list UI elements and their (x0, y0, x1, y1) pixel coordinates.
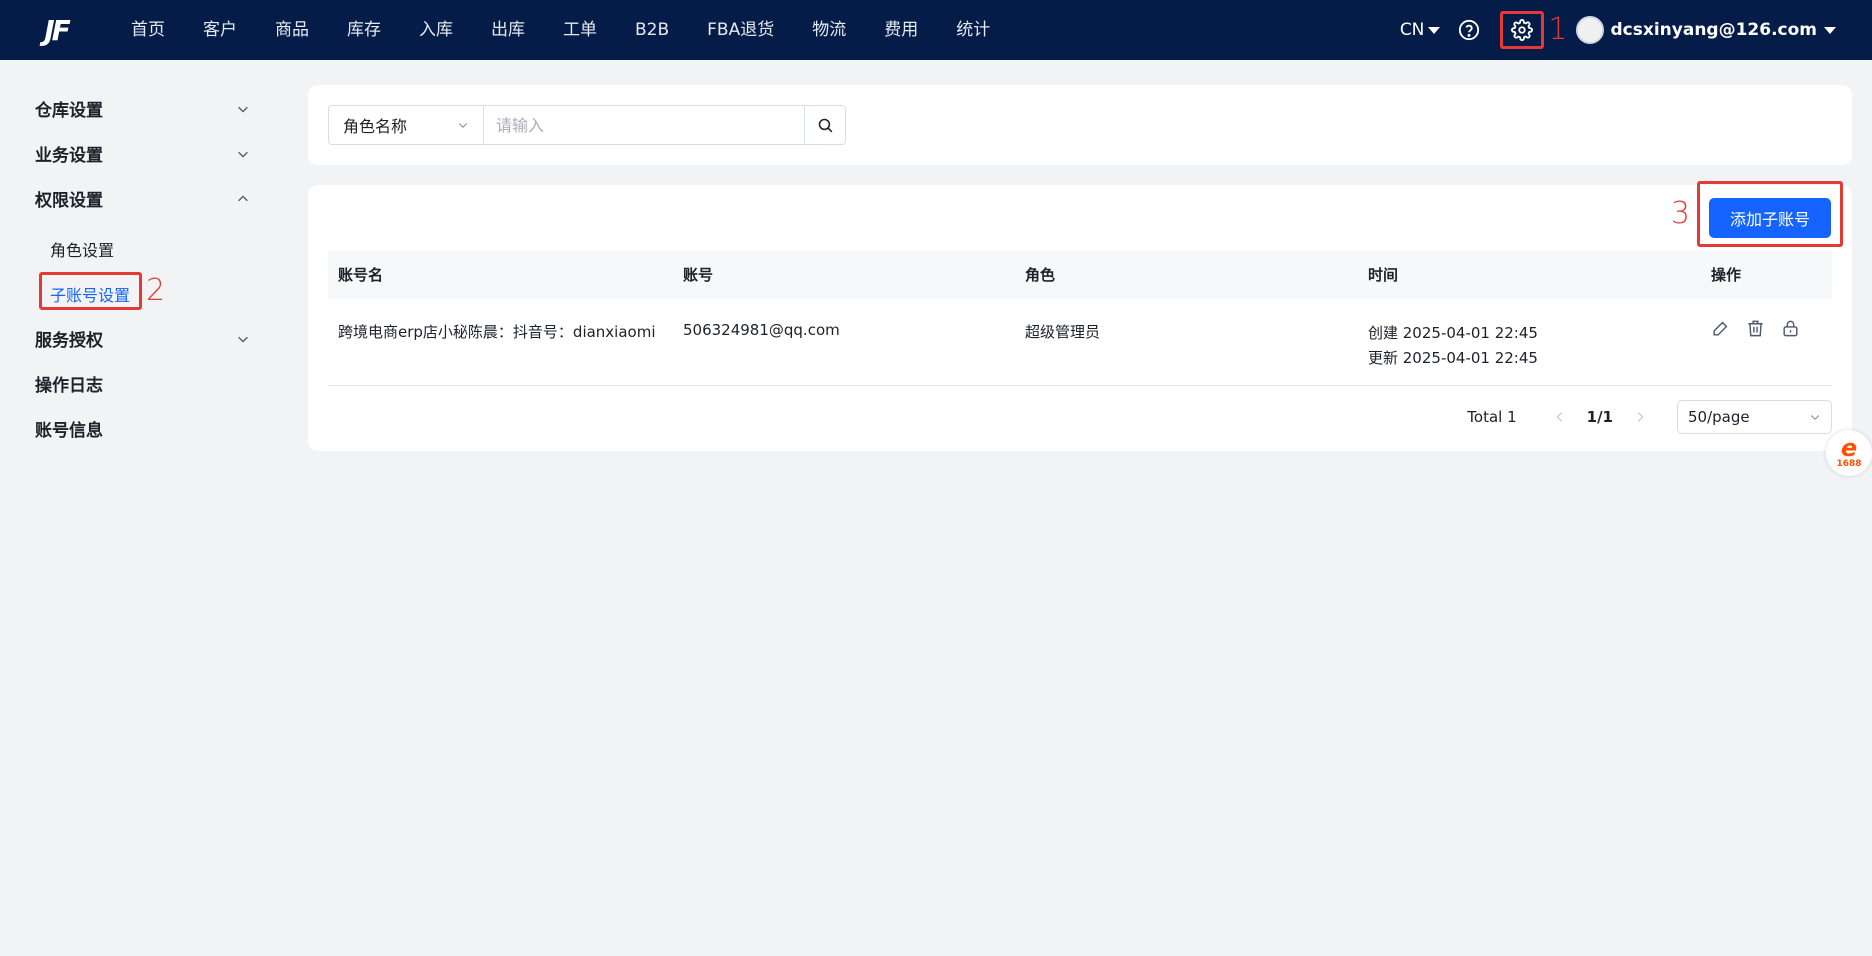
badge-number: 1688 (1836, 459, 1862, 469)
table-row: 跨境电商erp店小秘陈晨：抖音号：dianxiaomi 506324981@qq… (328, 299, 1832, 386)
search-field-select[interactable]: 角色名称 (329, 106, 484, 144)
pagination: Total 1 1/1 50/page (1467, 400, 1832, 434)
chevron-down-icon (238, 336, 248, 343)
page-size-value: 50/page (1688, 408, 1750, 426)
sidebar-group-permission-settings[interactable]: 权限设置 (35, 186, 250, 211)
header-actions: CN 1 dcsxinyang@126.com (1400, 0, 1872, 60)
sidebar-item-role-settings[interactable]: 角色设置 (50, 237, 114, 261)
nav-item-customers[interactable]: 客户 (184, 0, 256, 60)
badge-mark: e (1840, 434, 1858, 462)
nav-item-inbound[interactable]: 入库 (400, 0, 472, 60)
settings-sidebar: 仓库设置 业务设置 权限设置 角色设置 子账号设置 2 服务授权 操作日志 账号… (0, 60, 290, 956)
sidebar-item-sub-account-settings[interactable]: 子账号设置 (50, 282, 130, 306)
column-header-time: 时间 (1368, 266, 1399, 284)
cell-actions (1701, 299, 1832, 338)
gear-icon (1511, 19, 1534, 41)
edit-icon[interactable] (1711, 319, 1730, 338)
language-label: CN (1399, 20, 1425, 40)
nav-item-home[interactable]: 首页 (112, 0, 184, 60)
sidebar-group-account-info[interactable]: 账号信息 (35, 416, 250, 441)
table-header: 账号名 账号 角色 时间 操作 (328, 250, 1832, 299)
search-icon (818, 118, 832, 132)
chevron-down-icon (238, 106, 248, 113)
column-header-role: 角色 (1025, 266, 1056, 284)
nav-item-products[interactable]: 商品 (256, 0, 328, 60)
cell-time: 创建 2025-04-01 22:45 更新 2025-04-01 22:45 (1358, 299, 1701, 371)
nav-item-b2b[interactable]: B2B (616, 0, 688, 60)
nav-item-inventory[interactable]: 库存 (328, 0, 400, 60)
sidebar-group-label: 业务设置 (35, 146, 103, 166)
search-field-label: 角色名称 (343, 117, 408, 136)
delete-icon[interactable] (1746, 319, 1765, 338)
column-header-account: 账号 (683, 266, 714, 284)
sub-account-table: 账号名 账号 角色 时间 操作 跨境电商erp店小秘陈晨：抖音号：dianxia… (328, 250, 1832, 386)
updated-time: 更新 2025-04-01 22:45 (1368, 349, 1538, 367)
avatar (1575, 16, 1604, 44)
nav-item-fees[interactable]: 费用 (865, 0, 937, 60)
chevron-right-icon[interactable] (1633, 410, 1647, 424)
nav-item-statistics[interactable]: 统计 (937, 0, 1009, 60)
help-circle-icon[interactable] (1458, 19, 1480, 41)
sidebar-group-label: 操作日志 (35, 376, 103, 396)
sidebar-group-operation-log[interactable]: 操作日志 (35, 371, 250, 396)
add-sub-account-button[interactable]: 添加子账号 (1709, 198, 1831, 238)
sub-account-list-panel: 3 添加子账号 账号名 账号 角色 时间 操作 跨境电商erp店小秘陈晨：抖音号… (308, 181, 1852, 451)
search-input[interactable] (484, 106, 804, 144)
pagination-total: Total 1 (1467, 408, 1517, 426)
chevron-up-icon (238, 194, 248, 201)
chevron-down-icon (238, 151, 248, 158)
nav-item-work-orders[interactable]: 工单 (544, 0, 616, 60)
user-email: dcsxinyang@126.com (1610, 20, 1818, 40)
sidebar-group-label: 权限设置 (35, 191, 103, 211)
floating-1688-button[interactable]: e 1688 (1826, 430, 1872, 476)
annotation-number-1: 1 (1548, 12, 1568, 47)
main-nav: 首页 客户 商品 库存 入库 出库 工单 B2B FBA退货 物流 费用 统计 (112, 0, 1009, 60)
caret-down-icon (1428, 26, 1441, 34)
settings-button[interactable] (1500, 11, 1545, 49)
created-time: 创建 2025-04-01 22:45 (1368, 324, 1538, 342)
sidebar-group-label: 服务授权 (35, 331, 103, 351)
annotation-number-2: 2 (146, 273, 166, 308)
search-group: 角色名称 (328, 105, 846, 145)
user-menu[interactable]: dcsxinyang@126.com (1575, 16, 1836, 44)
nav-item-fba-returns[interactable]: FBA退货 (688, 0, 793, 60)
nav-item-logistics[interactable]: 物流 (793, 0, 865, 60)
cell-account-name: 跨境电商erp店小秘陈晨：抖音号：dianxiaomi (338, 323, 656, 341)
search-panel: 角色名称 (308, 85, 1852, 165)
annotation-number-3: 3 (1670, 196, 1690, 231)
sidebar-group-service-authorization[interactable]: 服务授权 (35, 326, 250, 351)
lock-icon[interactable] (1781, 319, 1800, 338)
cell-account: 506324981@qq.com (683, 321, 840, 339)
chevron-down-icon (1810, 415, 1820, 421)
language-selector[interactable]: CN (1400, 20, 1441, 40)
chevron-down-icon (458, 123, 468, 129)
sidebar-group-business-settings[interactable]: 业务设置 (35, 141, 250, 166)
caret-down-icon (1824, 26, 1836, 34)
sidebar-group-label: 账号信息 (35, 421, 103, 441)
top-navigation-bar: JF 首页 客户 商品 库存 入库 出库 工单 B2B FBA退货 物流 费用 … (0, 0, 1872, 60)
nav-item-outbound[interactable]: 出库 (472, 0, 544, 60)
pagination-current-page: 1/1 (1586, 408, 1613, 426)
page-size-select[interactable]: 50/page (1677, 400, 1832, 434)
sidebar-group-label: 仓库设置 (35, 101, 103, 121)
chevron-left-icon[interactable] (1553, 410, 1567, 424)
column-header-actions: 操作 (1711, 266, 1742, 284)
app-logo[interactable]: JF (0, 0, 112, 60)
sidebar-group-warehouse-settings[interactable]: 仓库设置 (35, 96, 250, 121)
cell-role: 超级管理员 (1025, 323, 1101, 341)
column-header-account-name: 账号名 (338, 266, 384, 284)
search-button[interactable] (804, 106, 845, 144)
